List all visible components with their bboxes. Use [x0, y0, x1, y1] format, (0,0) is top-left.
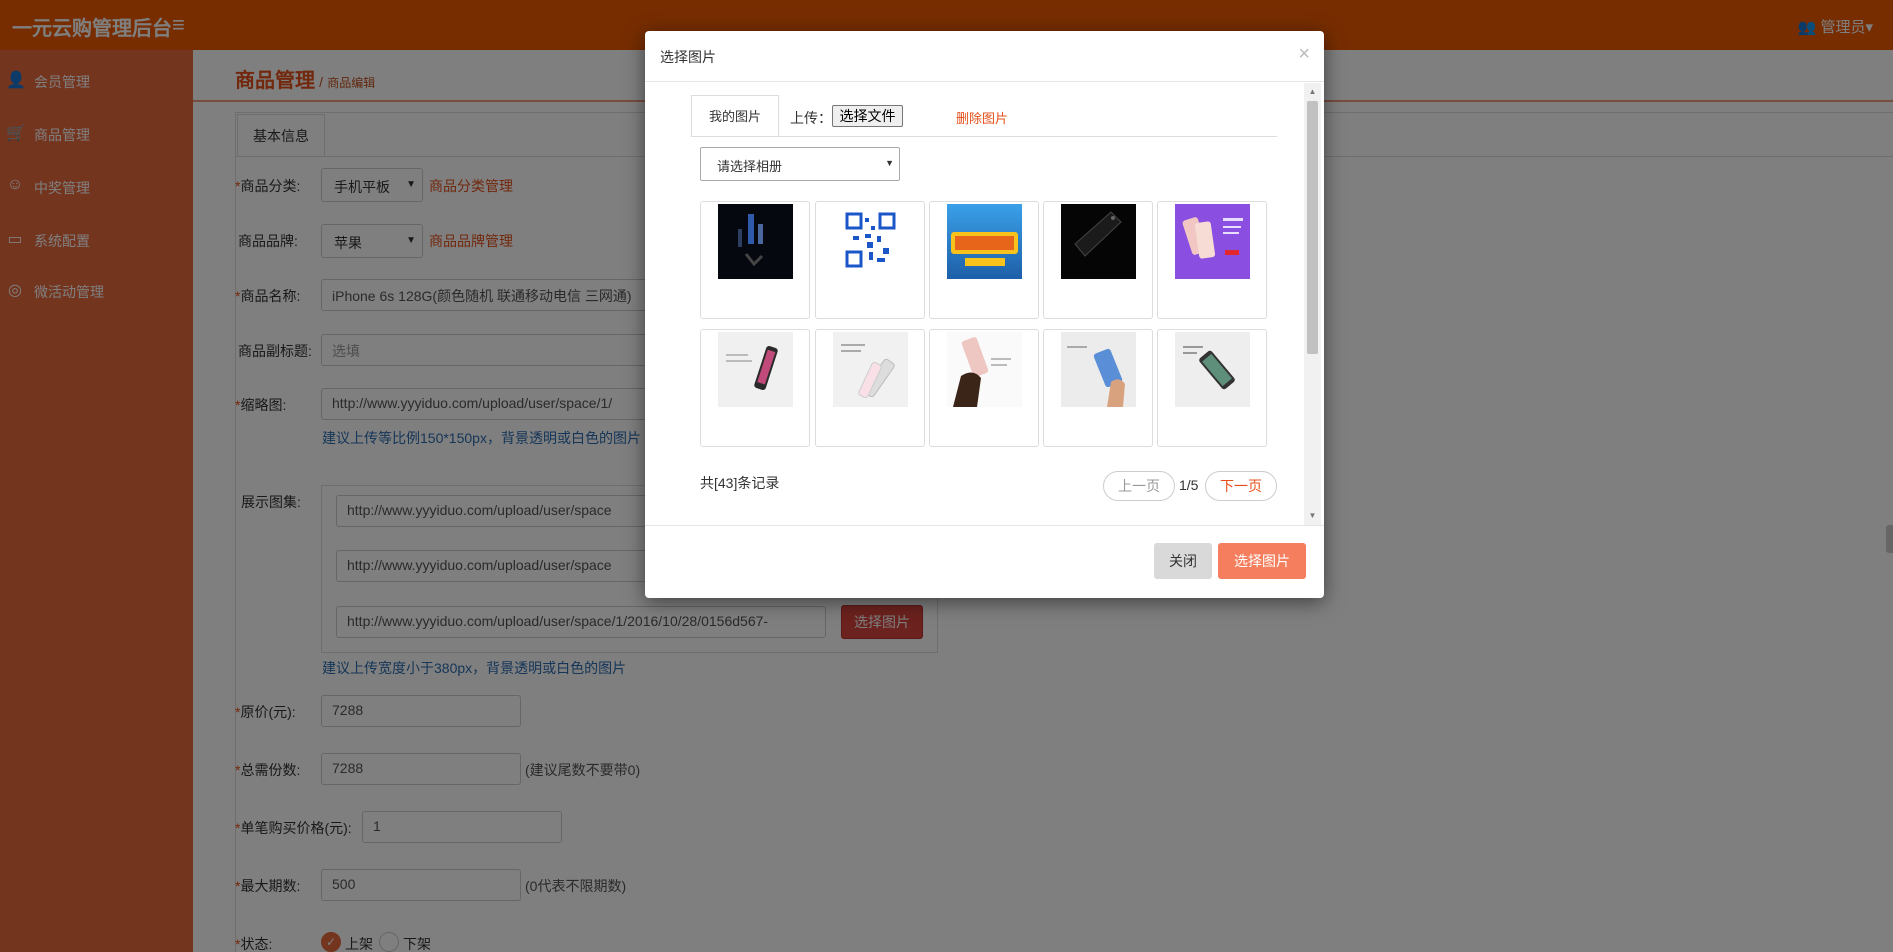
- iphone-angle-1-thumbnail: [718, 332, 793, 407]
- modal-footer-divider: [645, 525, 1324, 526]
- iphone-hand-2-thumbnail: [1061, 332, 1136, 407]
- iphone-angle-2-image: [833, 332, 908, 407]
- image-thumbnail-9[interactable]: [1043, 329, 1153, 447]
- caret-down-icon: ▼: [885, 158, 894, 168]
- upload-label: 上传：: [790, 110, 832, 126]
- prev-page-button[interactable]: 上一页: [1103, 471, 1175, 501]
- next-page-button[interactable]: 下一页: [1205, 471, 1277, 501]
- image-thumbnail-4[interactable]: [1043, 201, 1153, 319]
- iphone-hand-2-image: [1061, 332, 1136, 407]
- image-thumbnail-3[interactable]: [929, 201, 1039, 319]
- page-indicator: 1/5: [1179, 477, 1199, 493]
- modal-header-divider: [645, 81, 1324, 82]
- image-thumbnail-7[interactable]: [815, 329, 925, 447]
- image-thumbnail-5[interactable]: [1157, 201, 1267, 319]
- black-iphone-thumbnail: [1061, 204, 1136, 279]
- choose-file-button[interactable]: 选择文件: [832, 105, 903, 127]
- tab-my-images[interactable]: 我的图片: [691, 95, 779, 137]
- image-thumbnail-2[interactable]: [815, 201, 925, 319]
- black-iphone-image: [1061, 204, 1136, 279]
- image-thumbnail-10[interactable]: [1157, 329, 1267, 447]
- close-icon[interactable]: ×: [1298, 43, 1310, 66]
- iphone-hand-image: [947, 332, 1022, 407]
- pink-iphone-purple-thumbnail: [1175, 204, 1250, 279]
- dark-phone-scene-image: [718, 204, 793, 279]
- image-thumbnail-1[interactable]: [700, 201, 810, 319]
- presale-banner-thumbnail: [947, 204, 1022, 279]
- album-select[interactable]: 请选择相册 ▼: [700, 147, 900, 181]
- iphone-angle-1-image: [718, 332, 793, 407]
- qr-code-thumbnail: [833, 204, 908, 279]
- iphone-angle-2-thumbnail: [833, 332, 908, 407]
- presale-banner-image: [947, 204, 1022, 279]
- modal-tab-divider: [691, 136, 1277, 137]
- delete-image-link[interactable]: 删除图片: [956, 108, 1008, 127]
- select-value: 请选择相册: [717, 159, 783, 174]
- qr-code-image: [845, 212, 896, 270]
- dark-phone-scene-thumbnail: [718, 204, 793, 279]
- records-count: 共[43]条记录: [700, 475, 780, 491]
- select-image-button[interactable]: 选择图片: [1218, 543, 1306, 579]
- modal-title: 选择图片: [660, 49, 716, 65]
- iphone-flat-thumbnail: [1175, 332, 1250, 407]
- iphone-flat-image: [1175, 332, 1250, 407]
- iphone-hand-thumbnail: [947, 332, 1022, 407]
- close-button[interactable]: 关闭: [1154, 543, 1212, 579]
- scroll-up-icon[interactable]: ▲: [1307, 87, 1318, 97]
- scroll-down-icon[interactable]: ▼: [1307, 511, 1318, 521]
- pink-iphone-purple-image: [1175, 204, 1250, 279]
- select-image-modal: 选择图片 × 我的图片 上传： 选择文件 删除图片 请选择相册 ▼ 共[43]条…: [645, 31, 1324, 598]
- image-thumbnail-6[interactable]: [700, 329, 810, 447]
- image-thumbnail-8[interactable]: [929, 329, 1039, 447]
- scrollbar-thumb[interactable]: [1307, 101, 1318, 354]
